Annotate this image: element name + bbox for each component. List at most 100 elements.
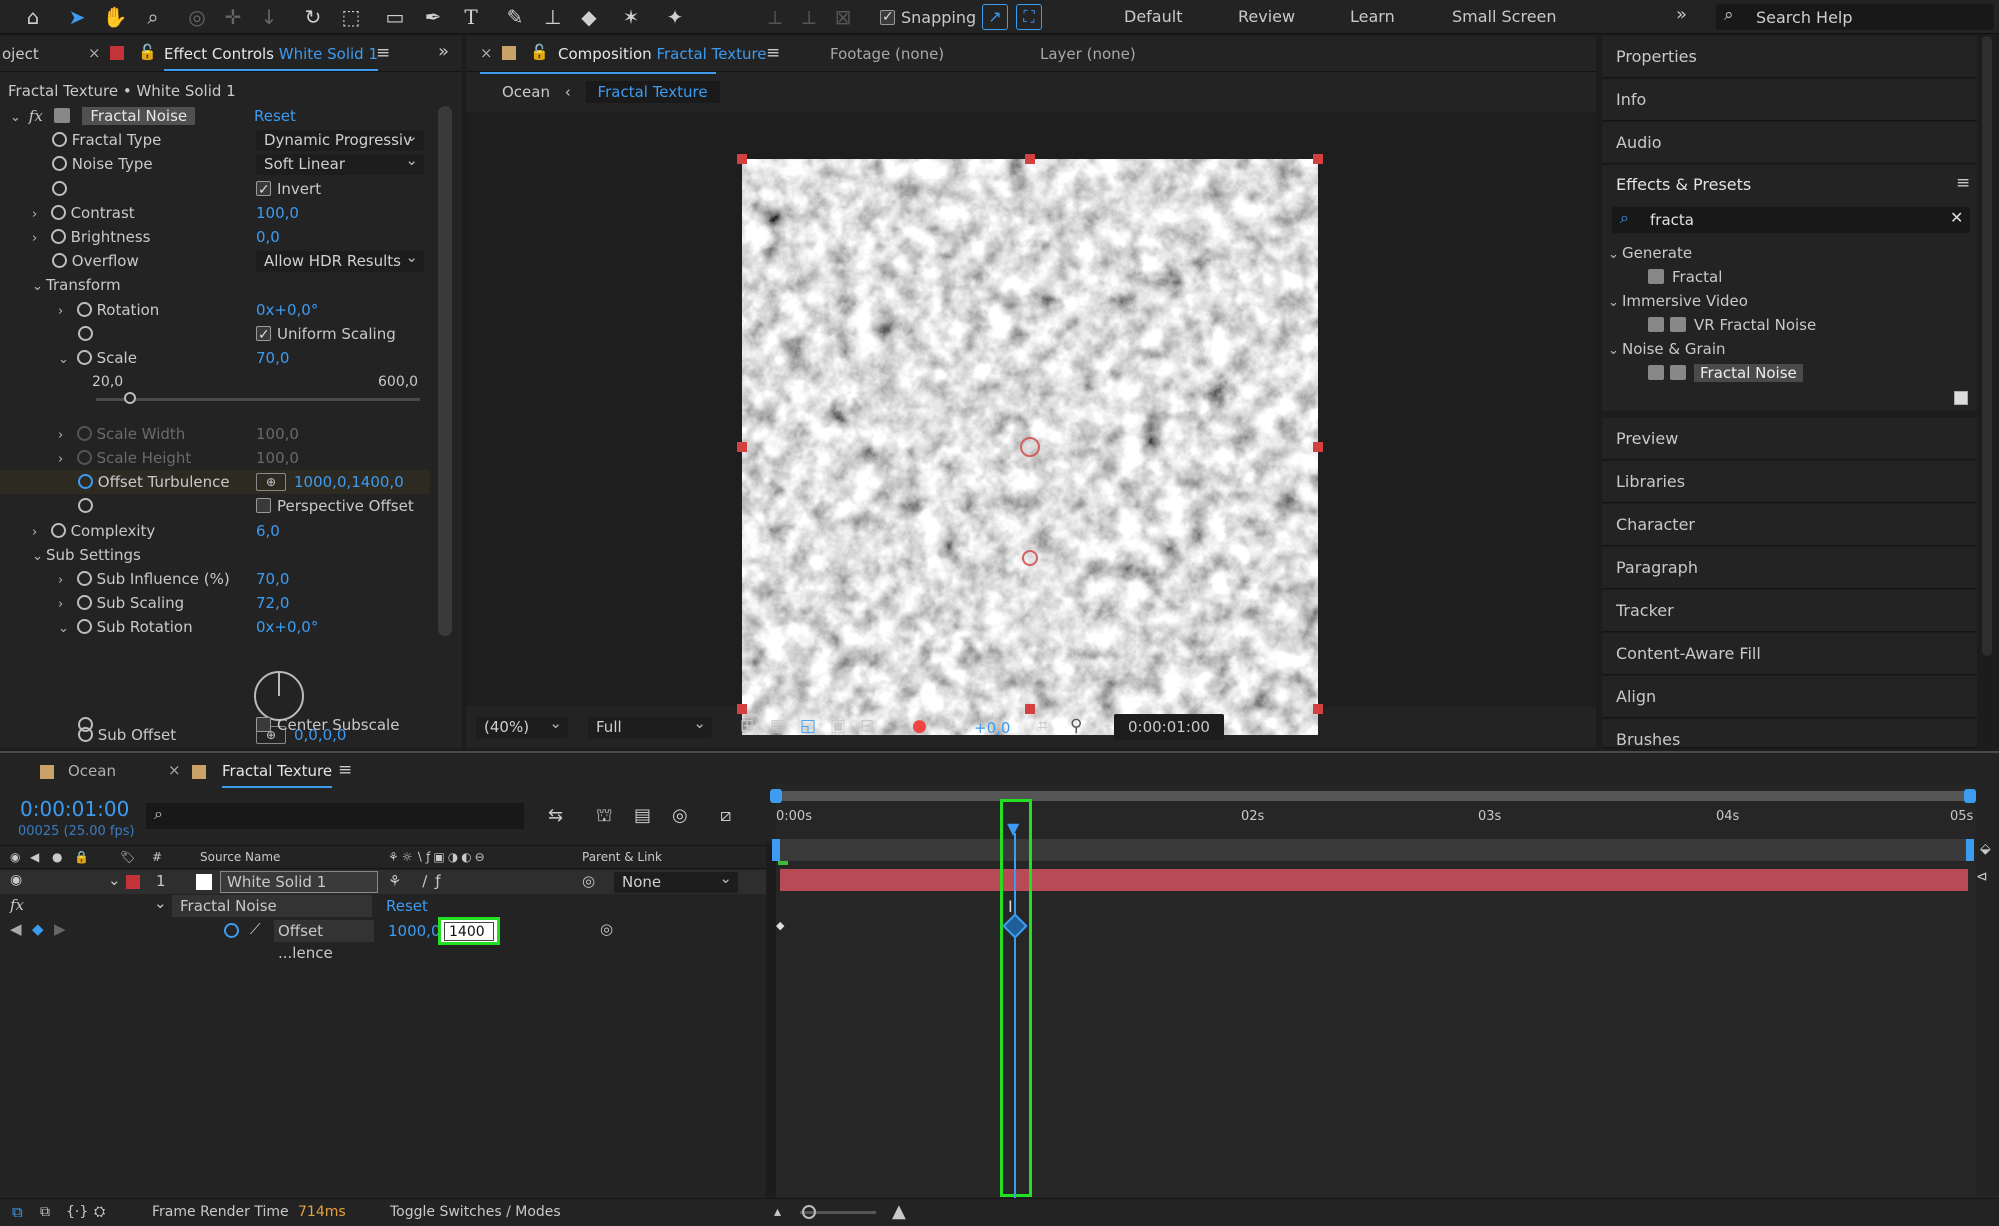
center-subscale-checkbox[interactable] [256, 717, 271, 732]
invert-checkbox[interactable] [256, 178, 271, 202]
video-toggle-icon[interactable]: ◉ [10, 846, 20, 868]
stopwatch-icon[interactable] [78, 717, 93, 732]
fractal-type-dropdown[interactable]: Dynamic Progressiv [256, 126, 424, 151]
center-subscale-row[interactable]: Center Subscale [256, 713, 399, 737]
navigator-start-handle[interactable] [770, 789, 782, 803]
hand-tool-icon[interactable]: ✋ [100, 2, 130, 32]
close-icon[interactable]: × [88, 44, 101, 62]
panel-libraries[interactable]: Libraries [1602, 461, 1977, 503]
expand-icon[interactable]: › [58, 569, 72, 593]
fx-icon[interactable]: fx [10, 896, 24, 914]
tab-footage[interactable]: Footage (none) [830, 45, 944, 63]
stopwatch-icon[interactable] [52, 156, 67, 171]
stopwatch-icon[interactable] [76, 350, 92, 365]
collapse-icon[interactable]: ⌄ [58, 348, 72, 372]
sub-scaling-value[interactable]: 72,0 [256, 591, 289, 615]
effect-header-row[interactable]: ⌄ fx Fractal Noise [10, 104, 196, 128]
panel-tracker[interactable]: Tracker [1602, 590, 1977, 632]
timeline-divider[interactable] [766, 843, 776, 1198]
crumb-fractal-texture[interactable]: Fractal Texture [585, 81, 720, 103]
channels-icon[interactable]: ● [912, 716, 927, 736]
rectangle-tool-icon[interactable]: ▭ [380, 2, 410, 32]
orbit-tool-icon[interactable]: ◎ [182, 2, 212, 32]
axis-world-icon[interactable]: ⟂ [794, 2, 824, 32]
stopwatch-icon[interactable] [76, 595, 92, 610]
snapping-checkbox[interactable] [880, 7, 895, 27]
expand-icon[interactable]: › [58, 300, 72, 324]
region-of-interest-icon[interactable]: ▣ [830, 716, 846, 736]
axis-local-icon[interactable]: ⟂ [760, 2, 790, 32]
in-out-toggle-icon[interactable]: {·} [66, 1199, 88, 1225]
zoom-tool-icon[interactable]: ⌕ [138, 2, 168, 32]
frame-blending-icon[interactable]: ◎ [672, 805, 688, 826]
show-snapshot-icon[interactable]: ⚲ [1070, 716, 1082, 736]
expand-icon[interactable]: › [58, 448, 72, 472]
zoom-in-icon[interactable]: ▲ [892, 1199, 906, 1225]
home-icon[interactable]: ⌂ [18, 2, 48, 32]
shy-layers-icon[interactable]: ▤ [634, 805, 651, 826]
overflow-dropdown[interactable]: Allow HDR Results [256, 247, 424, 272]
layer-label-color[interactable] [126, 875, 140, 889]
work-area-start[interactable] [772, 839, 780, 861]
group-sub-settings[interactable]: ⌄ Sub Settings [32, 543, 141, 567]
fx-icon[interactable]: fx [29, 107, 43, 125]
stopwatch-icon[interactable] [76, 302, 92, 317]
transform-handle[interactable] [1025, 154, 1035, 164]
exposure-value[interactable]: +0,0 [974, 719, 1010, 737]
tab-project[interactable]: oject [2, 45, 39, 63]
type-tool-icon[interactable]: T [456, 2, 486, 32]
workspace-default[interactable]: Default [1124, 7, 1182, 26]
effect-collapse-icon[interactable]: ⌄ [154, 894, 167, 912]
layer-row[interactable]: ◉ ⌄ 1 White Solid 1 ⚘ ∕ƒ ◎ None [0, 868, 766, 894]
effect-point-icon[interactable] [1022, 550, 1038, 566]
time-navigator[interactable] [776, 791, 1971, 801]
guides-icon[interactable]: ⊟ [860, 716, 874, 736]
panel-properties[interactable]: Properties [1602, 36, 1977, 78]
timeline-property-name[interactable]: Offset ...lence [274, 920, 374, 962]
snap-edges-icon[interactable]: ↗ [982, 4, 1008, 30]
work-area-bar[interactable] [776, 839, 1971, 861]
uniform-scaling-checkbox[interactable] [256, 323, 271, 347]
workspace-small-screen[interactable]: Small Screen [1452, 7, 1557, 26]
collapse-icon[interactable]: ⌄ [1608, 291, 1622, 315]
expand-icon[interactable]: › [32, 203, 46, 227]
pan-behind-tool-icon[interactable]: ⬚ [336, 2, 366, 32]
transform-handle[interactable] [737, 442, 747, 452]
tab-layer[interactable]: Layer (none) [1040, 45, 1136, 63]
expand-icon[interactable]: › [58, 424, 72, 448]
layer-switches[interactable]: ⚘ ∕ƒ [388, 872, 449, 890]
render-time-toggle-icon[interactable]: ⛭ [94, 1199, 105, 1225]
panel-overflow-icon[interactable]: » [438, 41, 449, 62]
stopwatch-icon[interactable] [50, 523, 66, 538]
timeline-track-area[interactable]: 0:00s 02s 03s 04s 05s ⬙ ⊲ ◆ [770, 783, 1991, 1197]
layer-duration-bar[interactable] [780, 869, 1968, 891]
collapse-icon[interactable]: ⌄ [32, 275, 46, 299]
effect-item-fractal-noise[interactable]: Fractal Noise [1648, 361, 1803, 385]
lock-icon[interactable]: 🔓 [530, 43, 549, 61]
layer-switches-toggle-icon[interactable]: ⧉ [12, 1199, 23, 1225]
stopwatch-icon-active[interactable] [78, 474, 93, 489]
clone-stamp-tool-icon[interactable]: ⊥ [538, 2, 568, 32]
layer-collapse-icon[interactable]: ⌄ [108, 871, 121, 889]
lock-icon[interactable]: 🔓 [138, 43, 157, 61]
next-keyframe-icon[interactable]: ▶ [54, 920, 66, 938]
parent-dropdown[interactable]: None [614, 868, 738, 893]
pen-tool-icon[interactable]: ✒ [418, 2, 448, 32]
stopwatch-icon[interactable] [76, 571, 92, 586]
reset-exposure-icon[interactable]: ↻ [942, 716, 956, 736]
panel-menu-icon[interactable]: ≡ [338, 760, 352, 780]
toggle-switches-modes[interactable]: Toggle Switches / Modes [390, 1199, 561, 1225]
panel-menu-icon[interactable]: ≡ [376, 43, 390, 63]
pan-tool-icon[interactable]: ✛ [218, 2, 248, 32]
stopwatch-icon[interactable] [52, 181, 67, 196]
effect-controls-scrollbar[interactable] [438, 106, 452, 636]
stopwatch-icon[interactable] [76, 619, 92, 634]
workspace-learn[interactable]: Learn [1350, 7, 1395, 26]
panel-content-aware-fill[interactable]: Content-Aware Fill [1602, 633, 1977, 675]
category-immersive-video[interactable]: ⌄ Immersive Video [1608, 289, 1748, 313]
snap-points-icon[interactable]: ⛶ [1016, 4, 1042, 30]
resolution-dropdown[interactable]: Full [588, 713, 712, 738]
roto-brush-tool-icon[interactable]: ✶ [616, 2, 646, 32]
navigator-end-handle[interactable] [1964, 789, 1976, 803]
rotation-tool-icon[interactable]: ↻ [298, 2, 328, 32]
